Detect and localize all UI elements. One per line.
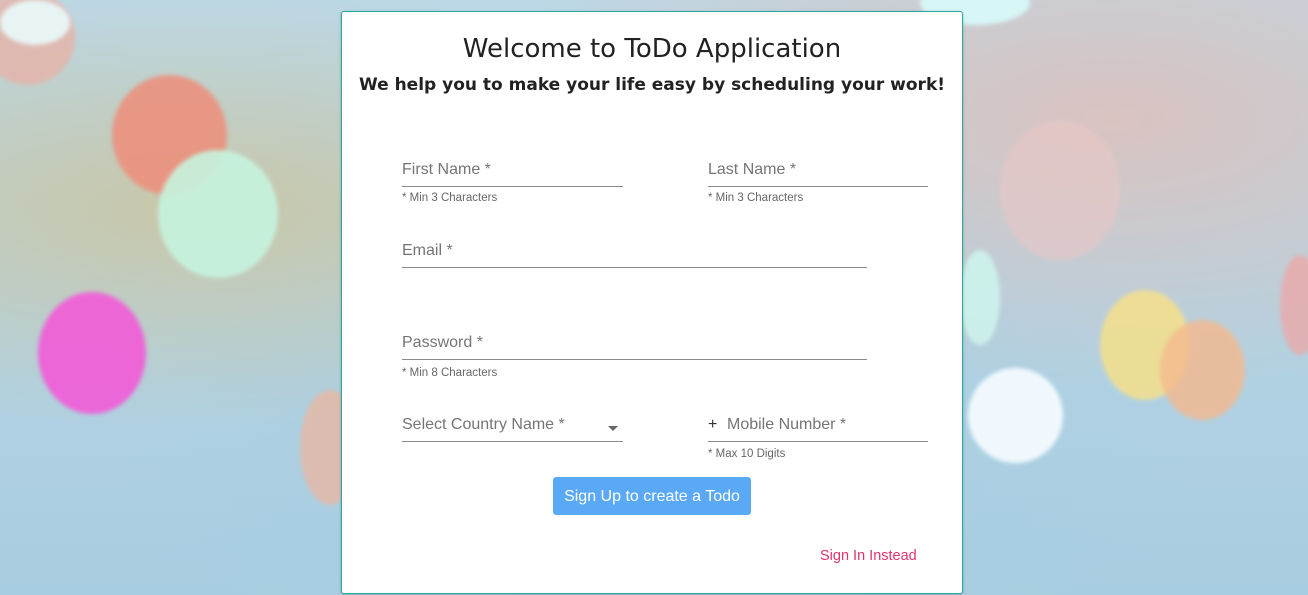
bokeh-light: [1280, 255, 1308, 355]
email-label: Email *: [402, 242, 453, 259]
bokeh-light: [1000, 120, 1120, 260]
page-subtitle: We help you to make your life easy by sc…: [358, 75, 946, 95]
first-name-helper: * Min 3 Characters: [402, 192, 498, 204]
bokeh-light: [968, 368, 1063, 463]
dropdown-arrow-icon[interactable]: [608, 426, 618, 431]
sign-in-link[interactable]: Sign In Instead: [820, 548, 917, 564]
country-label: Select Country Name *: [402, 416, 565, 433]
bokeh-light: [38, 292, 146, 414]
country-code-prefix: +: [708, 416, 718, 433]
password-helper: * Min 8 Characters: [402, 367, 498, 379]
signup-card: Welcome to ToDo Application We help you …: [341, 11, 963, 594]
last-name-field[interactable]: Last Name *: [708, 160, 928, 187]
mobile-number-label: Mobile Number *: [727, 416, 847, 433]
bokeh-light: [1160, 320, 1245, 420]
first-name-label: First Name *: [402, 161, 491, 178]
bokeh-light: [960, 250, 1000, 345]
first-name-field[interactable]: First Name *: [402, 160, 623, 187]
bokeh-light: [0, 0, 70, 45]
email-field[interactable]: Email *: [402, 241, 867, 268]
last-name-label: Last Name *: [708, 161, 797, 178]
bokeh-light: [158, 150, 278, 278]
password-label: Password *: [402, 334, 483, 351]
password-field[interactable]: Password *: [402, 333, 867, 360]
mobile-number-field[interactable]: + Mobile Number *: [708, 415, 928, 442]
signup-button[interactable]: Sign Up to create a Todo: [553, 477, 751, 515]
country-select[interactable]: Select Country Name *: [402, 415, 623, 442]
page-title: Welcome to ToDo Application: [462, 34, 842, 64]
last-name-helper: * Min 3 Characters: [708, 192, 804, 204]
mobile-number-helper: * Max 10 Digits: [708, 448, 786, 460]
